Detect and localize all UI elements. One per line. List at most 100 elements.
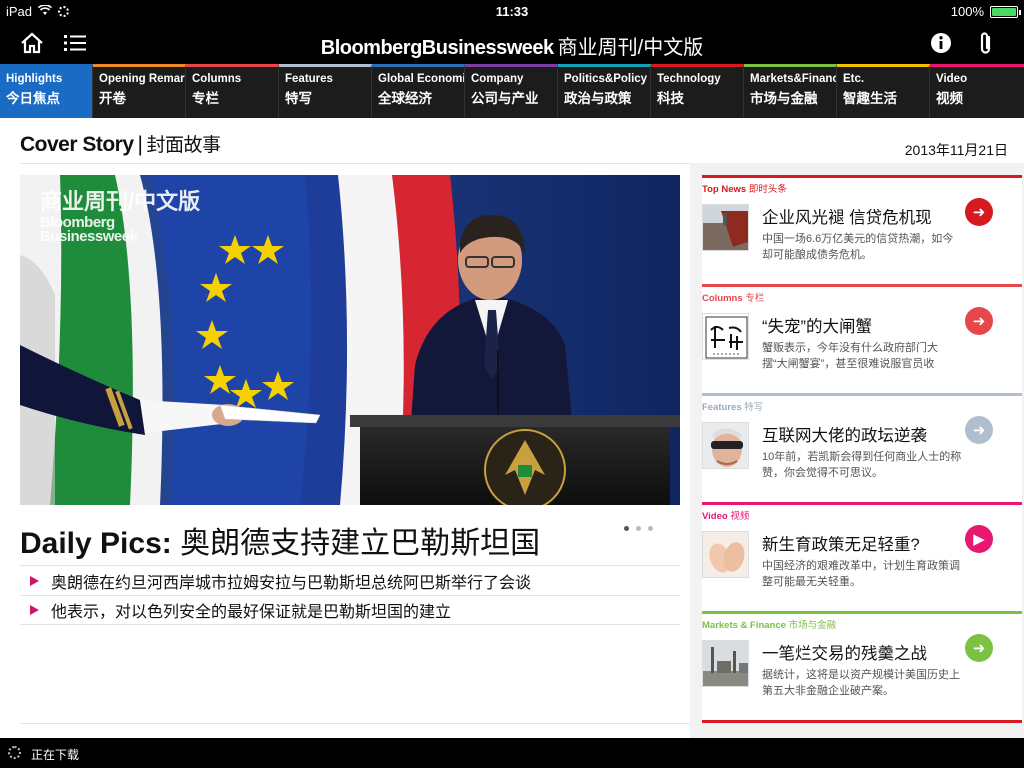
tab-label-cn: 政治与政策 xyxy=(564,91,632,106)
tab-company[interactable]: Company 公司与产业 xyxy=(465,64,558,118)
tab-features[interactable]: Features 特写 xyxy=(279,64,372,118)
brand-logo: BloombergBusinessweek 商业周刊/中文版 xyxy=(0,31,1024,60)
baby-feet-thumb xyxy=(702,531,749,578)
tab-columns[interactable]: Columns 专栏 xyxy=(186,64,279,118)
page-dot[interactable] xyxy=(624,526,629,531)
daily-pics-label: Daily Pics: xyxy=(20,527,172,560)
tab-label-en: Opening Remarks xyxy=(99,73,185,85)
tab-video[interactable]: Video 视频 xyxy=(930,64,1024,118)
hero-image[interactable]: 商业周刊/中文版 Bloomberg Businessweek xyxy=(20,175,680,505)
page-dot[interactable] xyxy=(648,526,653,531)
watermark-cn: 商业周刊/中文版 xyxy=(40,189,201,214)
tab-global-economics[interactable]: Global Economics 全球经济 xyxy=(372,64,465,118)
tab-label-en: Video xyxy=(936,73,968,85)
loading-spinner-icon xyxy=(8,746,21,759)
tab-markets-finance[interactable]: Markets&Finance 市场与金融 xyxy=(744,64,837,118)
news-section-label: Top News 即时头条 xyxy=(702,184,787,195)
ship-thumb xyxy=(702,204,749,251)
news-desc: 中国经济的艰难改革中，计划生育政策调整可能最无关轻重。 xyxy=(762,560,960,588)
main-content: Cover Story | 封面故事 2013年11月21日 商业周刊/中文版 … xyxy=(0,118,1024,738)
calligraphy-thumb xyxy=(702,313,749,360)
tab-label-cn: 开卷 xyxy=(99,91,126,106)
tab-highlights[interactable]: Highlights 今日焦点 xyxy=(0,64,93,118)
portrait-thumb xyxy=(702,422,749,469)
bullet-item[interactable]: 他表示，对以色列安全的最好保证就是巴勒斯坦国的建立 xyxy=(20,595,680,625)
status-bar: iPad 11:33 100% xyxy=(0,0,1024,22)
arrow-right-icon[interactable]: ➜ xyxy=(965,416,993,444)
news-item-columns[interactable]: Columns 专栏 “失宠”的大闸蟹 蟹贩表示，今年没有什么政府部门大摆“大闸… xyxy=(702,284,1022,393)
news-desc: 蟹贩表示，今年没有什么政府部门大摆“大闸蟹宴”，甚至很难说服官员收 xyxy=(762,342,938,370)
arrow-right-icon[interactable]: ➜ xyxy=(965,634,993,662)
divider xyxy=(20,723,690,724)
factory-thumb xyxy=(702,640,749,687)
news-title: “失宠”的大闸蟹 xyxy=(762,318,872,336)
news-section-label: Columns 专栏 xyxy=(702,293,765,304)
tab-label-en: Features xyxy=(285,73,333,85)
news-item-top-news[interactable]: Top News 即时头条 企业风光褪 信贷危机现 中国一场6.6万亿美元的信贷… xyxy=(702,175,1022,284)
tab-label-en: Etc. xyxy=(843,73,865,85)
daily-pics-headline: 奥朗德支持建立巴勒斯坦国 xyxy=(180,527,541,560)
clock: 11:33 xyxy=(495,4,529,19)
divider xyxy=(702,720,1022,723)
news-section-label: Video 视频 xyxy=(702,511,750,522)
download-status-bar: 正在下载 xyxy=(0,738,1024,768)
hero-watermark: 商业周刊/中文版 Bloomberg Businessweek xyxy=(40,191,200,245)
arrow-right-icon[interactable]: ➜ xyxy=(965,198,993,226)
divider xyxy=(20,163,690,164)
play-icon[interactable]: ▶ xyxy=(965,525,993,553)
tab-technology[interactable]: Technology 科技 xyxy=(651,64,744,118)
tab-label-cn: 专栏 xyxy=(192,91,219,106)
news-desc: 10年前，若凯斯会得到任何商业人士的称赞，你会觉得不可思议。 xyxy=(762,451,962,479)
daily-pics-title[interactable]: Daily Pics: 奥朗德支持建立巴勒斯坦国 xyxy=(20,518,540,562)
bullet-arrow-icon xyxy=(30,605,39,615)
battery-icon xyxy=(990,5,1021,18)
cover-story-heading: Cover Story | 封面故事 xyxy=(20,130,221,157)
tab-opening-remarks[interactable]: Opening Remarks 开卷 xyxy=(93,64,186,118)
news-item-video[interactable]: Video 视频 新生育政策无足轻重? 中国经济的艰难改革中，计划生育政策调整可… xyxy=(702,502,1022,611)
bullet-text: 他表示，对以色列安全的最好保证就是巴勒斯坦国的建立 xyxy=(51,604,452,621)
news-title: 一笔烂交易的残羹之战 xyxy=(762,645,927,663)
news-title: 企业风光褪 信贷危机现 xyxy=(762,209,932,227)
news-title: 新生育政策无足轻重? xyxy=(762,536,920,554)
issue-date: 2013年11月21日 xyxy=(904,142,1008,158)
bullet-arrow-icon xyxy=(30,575,39,586)
tab-label-en: Columns xyxy=(192,73,242,85)
tab-label-en: Company xyxy=(471,73,524,85)
tab-label-en: Highlights xyxy=(6,73,63,85)
tab-label-cn: 今日焦点 xyxy=(6,91,60,106)
tab-label-cn: 特写 xyxy=(285,91,312,106)
tab-label-cn: 市场与金融 xyxy=(750,91,818,106)
tab-etc[interactable]: Etc. 智趣生活 xyxy=(837,64,930,118)
news-sidebar: Top News 即时头条 企业风光褪 信贷危机现 中国一场6.6万亿美元的信贷… xyxy=(690,163,1024,738)
app-header: BloombergBusinessweek 商业周刊/中文版 xyxy=(0,22,1024,64)
brand-name-en: BloombergBusinessweek xyxy=(320,37,554,59)
news-section-label: Markets & Finance 市场与金融 xyxy=(702,620,837,631)
download-status: 正在下载 xyxy=(31,748,80,762)
info-icon[interactable] xyxy=(927,29,955,57)
cover-label-cn: 封面故事 xyxy=(146,135,222,156)
tab-label-en: Politics&Policy xyxy=(564,73,648,85)
cover-separator: | xyxy=(137,133,143,156)
battery-percent: 100% xyxy=(950,4,984,19)
news-title: 互联网大佬的政坛逆袭 xyxy=(762,427,927,445)
cover-label-en: Cover Story xyxy=(20,133,134,156)
section-nav: Highlights 今日焦点 Opening Remarks 开卷 Columns… xyxy=(0,64,1024,118)
tab-label-en: Technology xyxy=(657,73,721,85)
page-indicator[interactable] xyxy=(624,526,653,531)
bullet-text: 奥朗德在约旦河西岸城市拉姆安拉与巴勒斯坦总统阿巴斯举行了会谈 xyxy=(51,574,532,592)
news-section-label: Features 特写 xyxy=(702,402,764,413)
page-dot[interactable] xyxy=(636,526,641,531)
bullet-item[interactable]: 奥朗德在约旦河西岸城市拉姆安拉与巴勒斯坦总统阿巴斯举行了会谈 xyxy=(20,565,680,595)
tab-label-cn: 全球经济 xyxy=(378,91,432,106)
news-desc: 据统计，这将是以资产规模计美国历史上第五大非金融企业破产案。 xyxy=(762,669,960,697)
news-desc: 中国一场6.6万亿美元的信贷热潮，如今却可能酿成债务危机。 xyxy=(762,233,954,261)
arrow-right-icon[interactable]: ➜ xyxy=(965,307,993,335)
tab-politics-policy[interactable]: Politics&Policy 政治与政策 xyxy=(558,64,651,118)
tab-label-cn: 视频 xyxy=(936,91,963,106)
tab-label-en: Global Economics xyxy=(378,73,464,85)
news-item-markets-finance[interactable]: Markets & Finance 市场与金融 一笔烂交易的残羹之战 据统计，这… xyxy=(702,611,1022,720)
watermark-en: Bloomberg Businessweek xyxy=(40,214,138,246)
paperclip-icon[interactable] xyxy=(972,29,1000,57)
news-item-features[interactable]: Features 特写 互联网大佬的政坛逆袭 10年前，若凯斯会得到任何商业人士… xyxy=(702,393,1022,502)
tab-label-cn: 科技 xyxy=(657,91,684,106)
